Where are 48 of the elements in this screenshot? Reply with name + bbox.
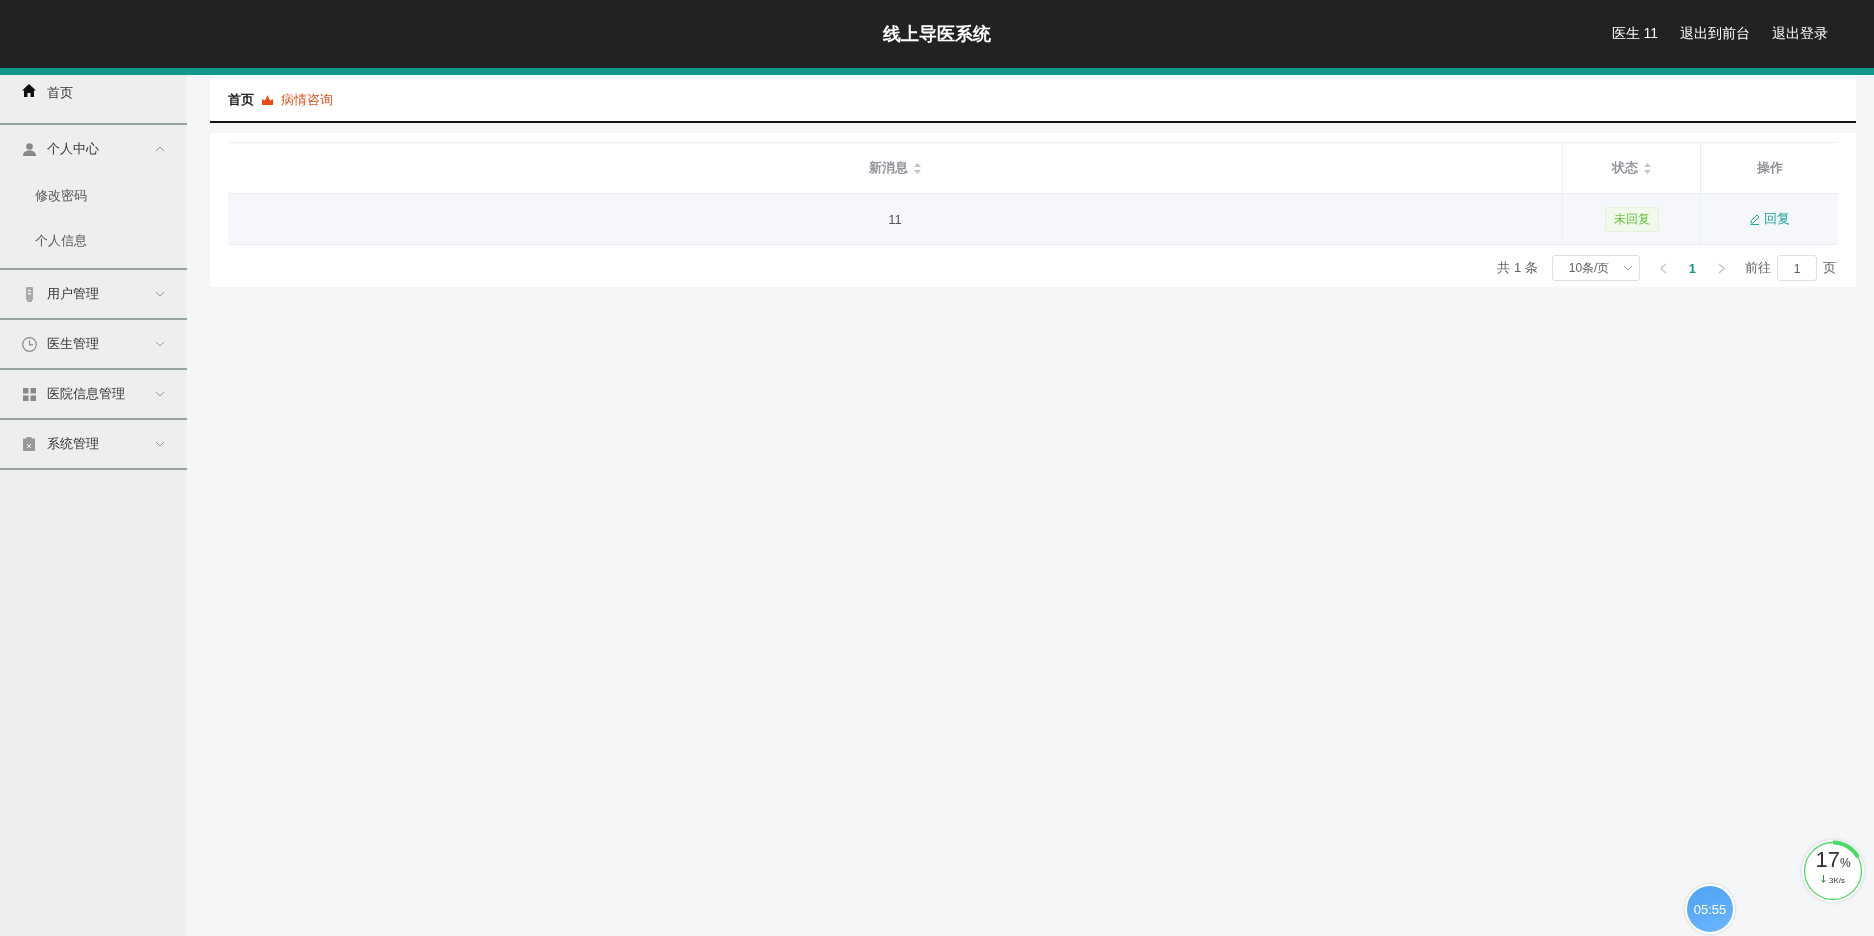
clipboard-icon [23, 437, 35, 451]
chevron-down-icon [155, 391, 165, 397]
percent-unit: % [1839, 856, 1851, 870]
column-header: 新消息 [869, 159, 908, 177]
pencil-icon [1749, 213, 1760, 225]
next-page-icon[interactable] [1718, 262, 1725, 274]
page-input[interactable]: 1 [1777, 255, 1817, 281]
page-size-select[interactable]: 10条/页 [1551, 255, 1640, 281]
column-header: 操作 [1756, 159, 1783, 177]
menu-item[interactable]: 首页 [0, 75, 187, 123]
home-icon [22, 84, 36, 97]
crown-icon [262, 94, 273, 105]
sort-icon[interactable] [1644, 162, 1651, 174]
sort-icon[interactable] [914, 162, 921, 174]
menu-item[interactable]: 个人中心 [0, 125, 187, 173]
clock-icon [21, 336, 37, 352]
menu-item[interactable]: 用户管理 [0, 270, 187, 318]
menu-item[interactable]: 医生管理 [0, 320, 187, 368]
status-tag: 未回复 [1604, 206, 1659, 232]
menu-item[interactable]: 系统管理 [0, 420, 187, 468]
speed-widget[interactable]: 17% 3K/s [1802, 840, 1864, 902]
breadcrumb-item[interactable]: 首页 [228, 90, 254, 109]
person-icon [22, 142, 36, 156]
breadcrumb-item[interactable]: 病情咨询 [281, 90, 333, 109]
down-arrow-icon [1821, 875, 1826, 883]
previous-page-icon[interactable] [1659, 262, 1667, 274]
column-header: 状态 [1612, 159, 1638, 177]
chevron-up-icon [155, 146, 165, 152]
table-cell: 11 [888, 211, 902, 227]
chevron-down-icon [155, 441, 165, 447]
header-link[interactable]: 退出到前台 [1680, 25, 1750, 43]
dropdown-caret-icon [1622, 265, 1633, 271]
chevron-down-icon [155, 291, 165, 297]
submenu-item[interactable]: 修改密码 [0, 173, 187, 218]
header-link[interactable]: 退出登录 [1772, 25, 1828, 43]
goto-label: 前往 [1745, 259, 1771, 277]
total-count: 共 1 条 [1497, 259, 1538, 277]
network-rate: 3K/s [1829, 876, 1845, 885]
header-link[interactable]: 医生 11 [1611, 25, 1658, 43]
submenu-item[interactable]: 个人信息 [0, 218, 187, 263]
page-suffix: 页 [1823, 259, 1836, 277]
device-icon [24, 286, 34, 302]
page-number[interactable]: 1 [1684, 260, 1700, 276]
menu-item[interactable]: 医院信息管理 [0, 370, 187, 418]
chevron-down-icon [155, 341, 165, 347]
grid-icon [22, 387, 36, 401]
app-title: 线上导医系统 [883, 24, 991, 44]
usage-percent: 17 [1815, 847, 1840, 872]
